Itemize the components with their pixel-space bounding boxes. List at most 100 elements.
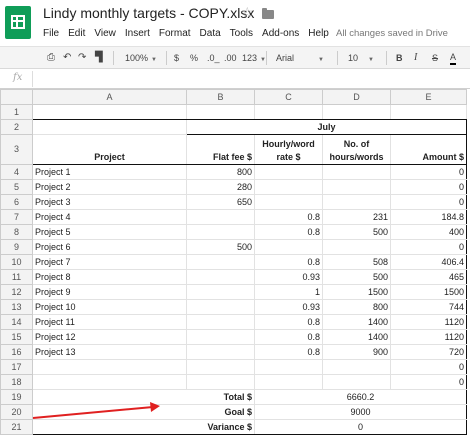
hours-cell[interactable]: 508 [322,254,391,270]
flat-fee-cell[interactable] [186,329,255,345]
row-header[interactable]: 19 [0,389,33,405]
project-name-cell[interactable]: Project 5 [32,224,187,240]
flat-fee-cell[interactable] [186,314,255,330]
font-size-select[interactable]: 10 ▼ [348,51,374,67]
project-name-cell[interactable]: Project 10 [32,299,187,315]
row-header[interactable]: 9 [0,239,33,255]
hours-cell[interactable] [322,374,391,390]
menu-data[interactable]: Data [200,28,221,39]
hours-cell[interactable]: 1500 [322,284,391,300]
project-name-cell[interactable]: Project 13 [32,344,187,360]
paint-format-icon[interactable]: ▜ [95,51,103,65]
column-header-e[interactable]: E [390,89,467,105]
hours-cell[interactable]: 500 [322,224,391,240]
spreadsheet-grid[interactable]: A B C D E 1 2 July 3 Project Flat fee $ … [0,89,470,439]
rate-cell[interactable]: 0.93 [254,299,323,315]
cell[interactable] [186,104,255,120]
currency-format-button[interactable]: $ [174,51,179,65]
amount-cell[interactable]: 0 [390,164,467,180]
project-name-cell[interactable] [32,359,187,375]
hours-cell[interactable] [322,359,391,375]
amount-cell[interactable]: 406.4 [390,254,467,270]
zoom-select[interactable]: 100% ▼ [125,51,157,67]
flat-fee-cell[interactable] [186,224,255,240]
document-title[interactable]: Lindy monthly targets - COPY.xlsx [43,5,254,21]
amount-cell[interactable]: 0 [390,239,467,255]
rate-cell[interactable]: 0.8 [254,344,323,360]
menu-format[interactable]: Format [159,28,191,39]
project-name-cell[interactable]: Project 12 [32,329,187,345]
row-header[interactable]: 2 [0,119,33,135]
decrease-decimal-button[interactable]: .0_ [207,51,220,65]
column-header-b[interactable]: B [186,89,255,105]
flat-fee-cell[interactable] [186,254,255,270]
rate-cell[interactable]: 0.8 [254,329,323,345]
row-header[interactable]: 7 [0,209,33,225]
menu-file[interactable]: File [43,28,59,39]
flat-fee-header[interactable]: Flat fee $ [186,134,255,165]
flat-fee-cell[interactable] [186,359,255,375]
percent-format-button[interactable]: % [190,51,198,65]
row-header[interactable]: 8 [0,224,33,240]
amount-cell[interactable]: 465 [390,269,467,285]
save-status[interactable]: All changes saved in Drive [336,28,448,39]
project-name-cell[interactable]: Project 6 [32,239,187,255]
flat-fee-cell[interactable] [186,374,255,390]
project-name-cell[interactable]: Project 4 [32,209,187,225]
formula-input[interactable] [36,71,466,87]
row-header[interactable]: 20 [0,404,33,420]
column-header-c[interactable]: C [254,89,323,105]
project-name-cell[interactable]: Project 9 [32,284,187,300]
hourly-rate-header[interactable]: Hourly/word rate $ [254,134,323,165]
flat-fee-cell[interactable] [186,209,255,225]
increase-decimal-button[interactable]: .00 [224,51,237,65]
amount-cell[interactable]: 184.8 [390,209,467,225]
select-all-corner[interactable] [0,89,33,105]
rate-cell[interactable] [254,194,323,210]
italic-button[interactable]: I [414,51,417,65]
font-select[interactable]: Arial ▼ [276,51,324,67]
summary-value[interactable]: 0 [254,419,467,435]
row-header[interactable]: 12 [0,284,33,300]
menu-view[interactable]: View [94,28,116,39]
rate-cell[interactable]: 0.93 [254,269,323,285]
cell[interactable] [254,104,323,120]
row-header[interactable]: 4 [0,164,33,180]
strikethrough-button[interactable]: S [432,51,438,65]
menu-tools[interactable]: Tools [230,28,253,39]
hours-cell[interactable]: 900 [322,344,391,360]
menu-help[interactable]: Help [308,28,329,39]
project-name-cell[interactable]: Project 1 [32,164,187,180]
flat-fee-cell[interactable] [186,299,255,315]
row-header[interactable]: 18 [0,374,33,390]
amount-cell[interactable]: 1500 [390,284,467,300]
hours-cell[interactable]: 1400 [322,329,391,345]
amount-cell[interactable]: 0 [390,194,467,210]
month-header[interactable]: July [186,119,467,135]
print-icon[interactable]: ⎙ [47,51,55,65]
flat-fee-cell[interactable]: 280 [186,179,255,195]
cell[interactable] [390,104,467,120]
row-header[interactable]: 3 [0,134,33,165]
row-header[interactable]: 17 [0,359,33,375]
rate-cell[interactable] [254,179,323,195]
column-header-d[interactable]: D [322,89,391,105]
summary-label[interactable]: Variance $ [32,419,255,435]
summary-value[interactable]: 6660.2 [254,389,467,405]
project-name-cell[interactable]: Project 8 [32,269,187,285]
amount-cell[interactable]: 0 [390,359,467,375]
hours-cell[interactable]: 231 [322,209,391,225]
flat-fee-cell[interactable]: 800 [186,164,255,180]
row-header[interactable]: 15 [0,329,33,345]
flat-fee-cell[interactable]: 650 [186,194,255,210]
sheets-logo-icon[interactable] [5,6,31,39]
menu-insert[interactable]: Insert [125,28,150,39]
project-name-cell[interactable]: Project 11 [32,314,187,330]
row-header[interactable]: 14 [0,314,33,330]
menu-addons[interactable]: Add-ons [262,28,299,39]
cell[interactable] [32,104,187,120]
amount-cell[interactable]: 1120 [390,329,467,345]
summary-value[interactable]: 9000 [254,404,467,420]
rate-cell[interactable] [254,374,323,390]
row-header[interactable]: 16 [0,344,33,360]
